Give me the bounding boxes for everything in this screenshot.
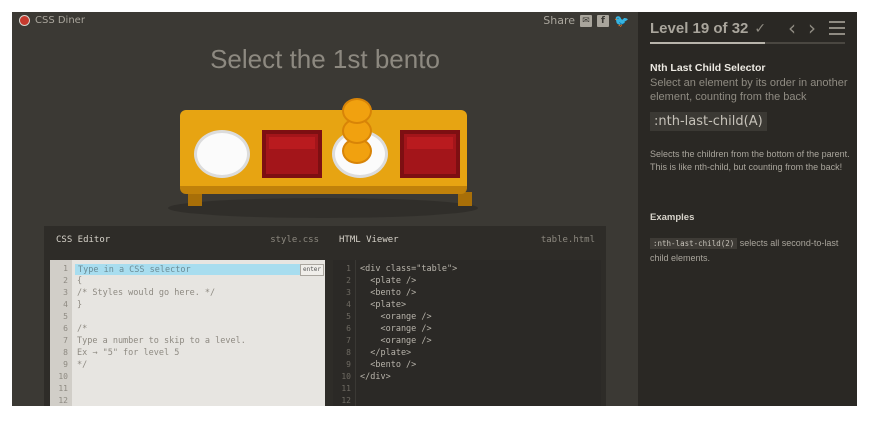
html-viewer-filename: table.html: [540, 235, 595, 245]
code-line: <plate>: [360, 300, 407, 310]
selector-syntax: :nth-last-child(A): [650, 112, 767, 131]
code-line: /* Styles would go here. */: [77, 288, 216, 298]
code-line: {: [77, 276, 83, 286]
code-line: <bento />: [360, 288, 417, 298]
code-line: <orange />: [360, 336, 432, 346]
code-line: <bento />: [360, 360, 417, 370]
bento[interactable]: [400, 130, 460, 178]
css-selector-input[interactable]: [75, 264, 300, 275]
app-name: CSS Diner: [35, 15, 85, 26]
line-number: 2: [63, 276, 68, 285]
chevron-left-icon[interactable]: ‹: [788, 16, 796, 40]
line-number: 12: [58, 396, 68, 405]
share-bar: Share ✉ f 🐦: [543, 14, 629, 27]
html-viewer-title: HTML Viewer: [339, 235, 399, 245]
line-number: 9: [63, 360, 68, 369]
code-line: /*: [77, 324, 88, 334]
code-line: <div class="table">: [360, 264, 458, 274]
twitter-icon[interactable]: 🐦: [614, 15, 629, 27]
line-number: 2: [346, 276, 351, 285]
page-title: Select the 1st bento: [210, 44, 440, 74]
selector-title: Select an element by its order in anothe…: [650, 77, 848, 103]
example-item: :nth-last-child(2) selects all second-to…: [650, 236, 855, 265]
menu-icon[interactable]: [829, 21, 845, 39]
line-number: 5: [63, 312, 68, 321]
chevron-right-icon[interactable]: ›: [808, 16, 816, 40]
line-number: 6: [346, 324, 351, 333]
code-line: <orange />: [360, 312, 432, 322]
share-label: Share: [543, 14, 575, 27]
line-number: 9: [346, 360, 351, 369]
example-code: :nth-last-child(2): [650, 238, 738, 249]
plate[interactable]: [194, 130, 250, 178]
code-line: </plate>: [360, 348, 412, 358]
css-editor-title: CSS Editor: [56, 235, 111, 245]
enter-button[interactable]: enter: [300, 264, 324, 276]
checkmark-icon: ✓: [754, 20, 767, 37]
code-line: </div>: [360, 372, 391, 382]
table-scene: [162, 90, 502, 220]
logo[interactable]: CSS Diner: [19, 15, 85, 26]
game-area: CSS Diner Share ✉ f 🐦 Select the 1st ben…: [12, 12, 638, 406]
code-line: }: [77, 300, 83, 310]
orange[interactable]: [342, 98, 372, 124]
facebook-icon[interactable]: f: [597, 14, 609, 27]
editor-panel: CSS Editor style.css 123456789101112 ent…: [44, 226, 606, 406]
css-editor-header: CSS Editor style.css: [50, 226, 325, 254]
table-leg: [188, 192, 202, 206]
line-number: 3: [346, 288, 351, 297]
line-number: 8: [346, 348, 351, 357]
level-indicator[interactable]: Level 19 of 32 ✓: [650, 20, 766, 37]
app-window: CSS Diner Share ✉ f 🐦 Select the 1st ben…: [12, 12, 857, 406]
examples-heading: Examples: [650, 212, 695, 223]
line-number: 3: [63, 288, 68, 297]
email-icon[interactable]: ✉: [580, 14, 592, 27]
line-number: 12: [341, 396, 351, 405]
bento[interactable]: [262, 130, 322, 178]
line-number: 4: [346, 300, 351, 309]
line-number: 6: [63, 324, 68, 333]
table-top: [180, 110, 467, 194]
level-text: Level 19 of 32: [650, 20, 749, 37]
selector-name: Nth Last Child Selector: [650, 62, 766, 74]
line-number: 1: [346, 264, 351, 273]
selector-hint: Selects the children from the bottom of …: [650, 149, 850, 172]
line-number: 8: [63, 348, 68, 357]
css-editor-filename: style.css: [270, 235, 319, 245]
code-line: Type a number to skip to a level.: [77, 336, 246, 346]
level-progress-bar: [650, 42, 845, 44]
line-number: 11: [341, 384, 351, 393]
table-leg: [458, 192, 472, 206]
code-line: <plate />: [360, 276, 417, 286]
css-diner-logo-icon: [19, 15, 30, 26]
level-progress-fill: [650, 42, 766, 44]
line-number: 7: [346, 336, 351, 345]
line-number: 1: [63, 264, 68, 273]
line-number: 10: [341, 372, 351, 381]
line-number: 4: [63, 300, 68, 309]
sidebar: Level 19 of 32 ✓ ‹ › Nth Last Child Sele…: [638, 12, 857, 406]
html-viewer-header: HTML Viewer table.html: [333, 226, 601, 254]
line-number: 5: [346, 312, 351, 321]
line-number: 7: [63, 336, 68, 345]
code-line: */: [77, 360, 88, 370]
table-shadow: [168, 198, 478, 218]
css-code-area: 123456789101112 enter {/* Styles would g…: [50, 260, 325, 406]
code-line: <orange />: [360, 324, 432, 334]
line-number: 11: [58, 384, 68, 393]
line-number: 10: [58, 372, 68, 381]
code-line: Ex → "5" for level 5: [77, 348, 180, 358]
html-code-area: 1 2 3 4 5 6 7 8 9 10 11 12 <div class="table"> <pla…: [333, 260, 601, 406]
